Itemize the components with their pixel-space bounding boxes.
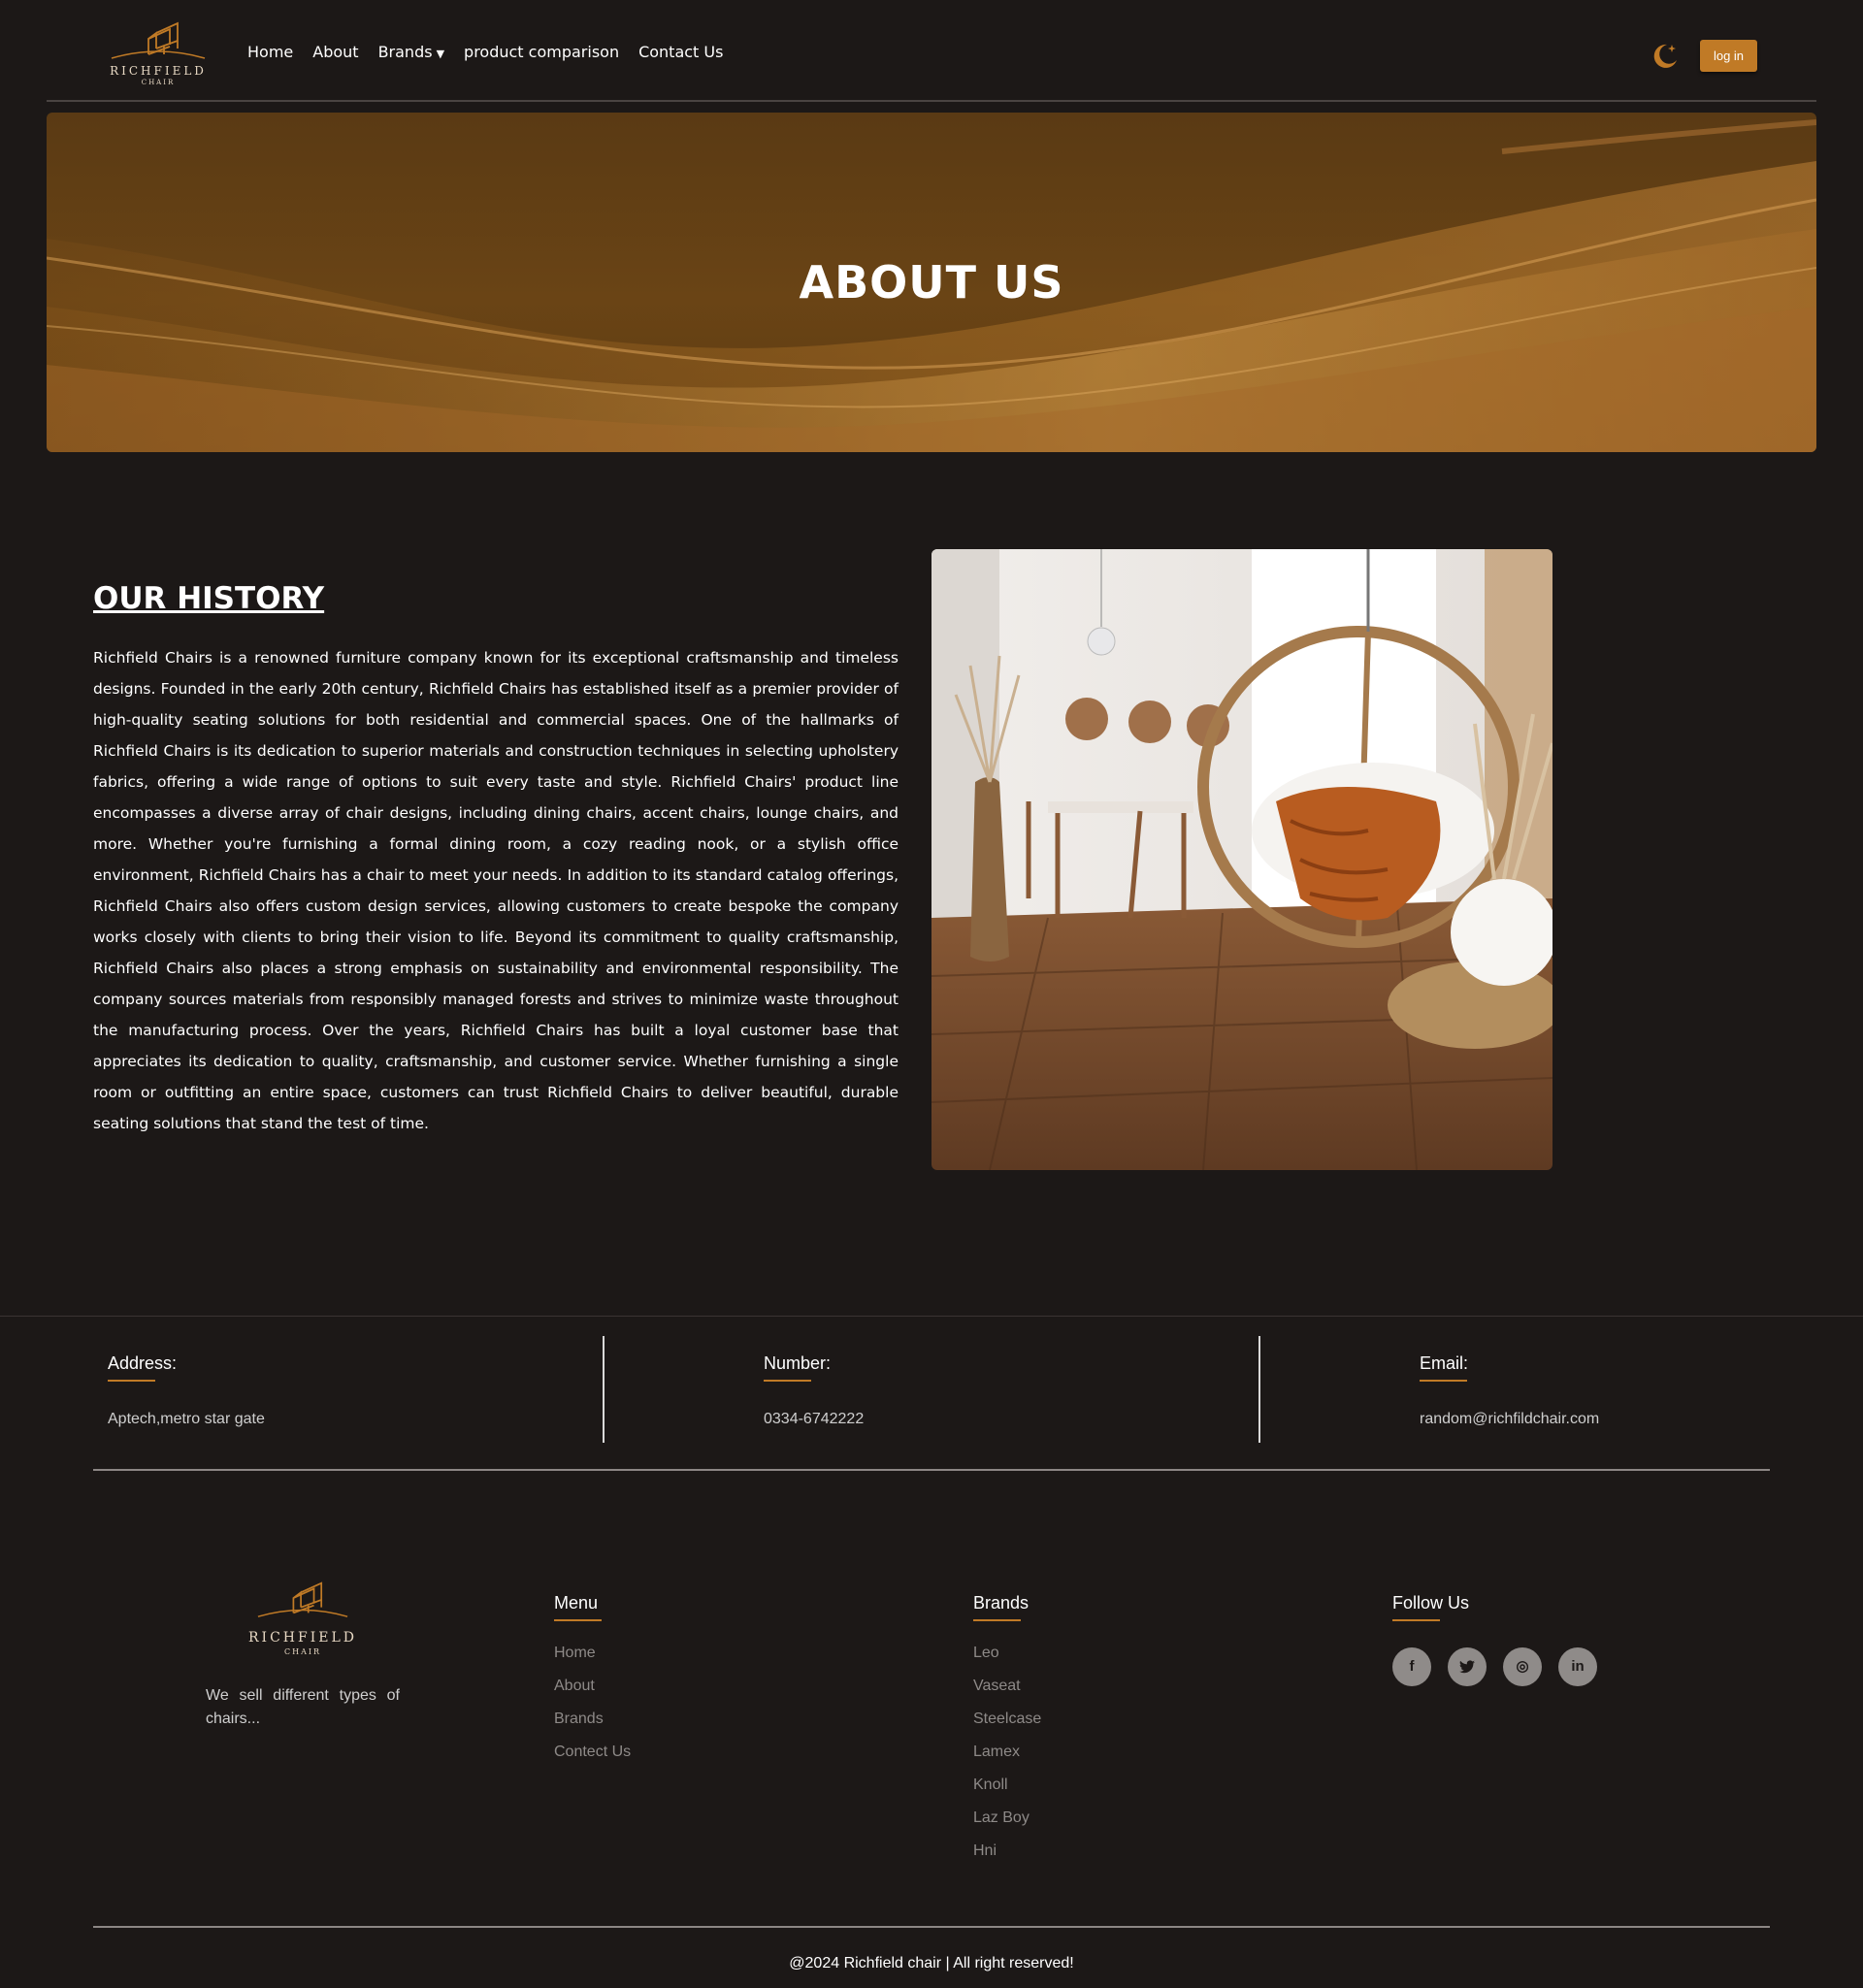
footer-logo[interactable]: RICHFIELD CHAIR: [235, 1570, 371, 1659]
number-label: Number:: [764, 1353, 864, 1382]
footer-link-home[interactable]: Home: [554, 1643, 631, 1676]
footer-tagline: We sell different types of chairs...: [206, 1687, 400, 1727]
brand-name: RICHFIELD: [248, 1630, 357, 1646]
divider: [93, 1926, 1770, 1928]
divider: [603, 1336, 605, 1443]
divider: [93, 1469, 1770, 1471]
footer-brand-hni[interactable]: Hni: [973, 1841, 1041, 1874]
brand-name: RICHFIELD: [110, 64, 207, 78]
copyright-text: @2024 Richfield chair | All right reserv…: [789, 1955, 1074, 1972]
email-label: Email:: [1420, 1353, 1599, 1382]
navbar: RICHFIELD CHAIR Home About Brands ▼ produ…: [47, 0, 1816, 102]
footer-brand-steelcase[interactable]: Steelcase: [973, 1709, 1041, 1742]
instagram-icon[interactable]: ◎: [1503, 1647, 1542, 1686]
nav-about[interactable]: About: [312, 43, 358, 61]
footer-follow: Follow Us f ◎ in: [1392, 1593, 1597, 1686]
footer-brand-lamex[interactable]: Lamex: [973, 1742, 1041, 1775]
footer-brand-leo[interactable]: Leo: [973, 1643, 1041, 1676]
footer-brands: Brands Leo Vaseat Steelcase Lamex Knoll …: [973, 1593, 1041, 1874]
email-address[interactable]: random@richfildchair.com: [1420, 1411, 1599, 1428]
nav-contact[interactable]: Contact Us: [638, 43, 723, 61]
history-paragraph: Richfield Chairs is a renowned furniture…: [93, 649, 899, 1132]
twitter-bird-icon: [1459, 1660, 1475, 1674]
footer-link-brands[interactable]: Brands: [554, 1709, 631, 1742]
theme-toggle-button[interactable]: [1648, 39, 1681, 72]
page-title: ABOUT US: [799, 256, 1064, 309]
email-block: Email: random@richfildchair.com: [1420, 1353, 1599, 1428]
main-nav: Home About Brands ▼ product comparison Co…: [247, 43, 723, 61]
facebook-icon[interactable]: f: [1392, 1647, 1431, 1686]
moon-stars-icon: [1653, 44, 1677, 68]
nav-brands-label: Brands: [377, 43, 433, 61]
hero-banner: ABOUT US: [47, 113, 1816, 452]
contact-info-bar: Address: Aptech,metro star gate Number: …: [0, 1316, 1863, 1471]
divider: [1258, 1336, 1260, 1443]
brand-logo[interactable]: RICHFIELD CHAIR: [100, 16, 216, 89]
footer-brands-title: Brands: [973, 1593, 1041, 1621]
hanging-chair-photo: [932, 549, 1552, 1170]
chair-logo-icon: [111, 21, 206, 59]
nav-brands-dropdown[interactable]: Brands ▼: [378, 43, 444, 61]
brand-sub: CHAIR: [283, 1647, 322, 1656]
social-links: f ◎ in: [1392, 1647, 1597, 1686]
nav-home[interactable]: Home: [247, 43, 293, 61]
history-heading: OUR HISTORY: [93, 581, 325, 616]
address-value: Aptech,metro star gate: [108, 1411, 265, 1427]
footer-link-about[interactable]: About: [554, 1676, 631, 1709]
footer-menu: Menu Home About Brands Contect Us: [554, 1593, 631, 1775]
footer-brand-laz-boy[interactable]: Laz Boy: [973, 1808, 1041, 1841]
interior-scene-image: [932, 549, 1552, 1170]
number-block: Number: 0334-6742222: [764, 1353, 864, 1428]
phone-number[interactable]: 0334-6742222: [764, 1411, 864, 1428]
footer-link-contact[interactable]: Contect Us: [554, 1742, 631, 1775]
footer-brand-vaseat[interactable]: Vaseat: [973, 1676, 1041, 1709]
chair-logo-icon: [257, 1581, 348, 1617]
twitter-icon[interactable]: [1448, 1647, 1487, 1686]
address-label: Address:: [108, 1353, 265, 1382]
footer-brand-knoll[interactable]: Knoll: [973, 1775, 1041, 1808]
brand-sub: CHAIR: [141, 79, 176, 86]
login-button[interactable]: log in: [1700, 40, 1757, 72]
linkedin-icon[interactable]: in: [1558, 1647, 1597, 1686]
footer-menu-title: Menu: [554, 1593, 631, 1621]
caret-down-icon: ▼: [436, 48, 445, 60]
address-block: Address: Aptech,metro star gate: [108, 1353, 265, 1428]
footer-follow-title: Follow Us: [1392, 1593, 1597, 1621]
nav-product-comparison[interactable]: product comparison: [464, 43, 619, 61]
